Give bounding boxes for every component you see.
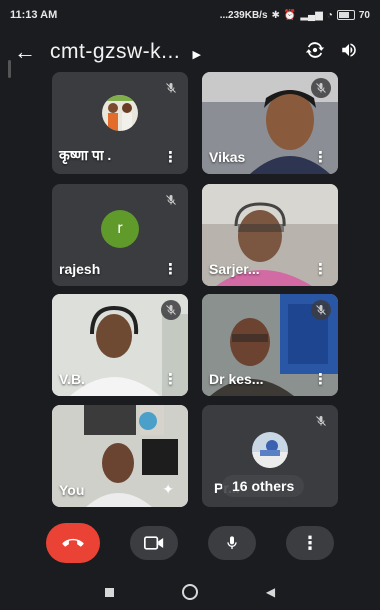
- more-options-icon[interactable]: ⋮: [163, 260, 178, 278]
- meeting-title[interactable]: cmt-gzsw-k... ▶: [50, 40, 298, 64]
- scroll-indicator: [8, 60, 11, 78]
- video-camera-icon: [144, 536, 164, 550]
- camera-toggle-button[interactable]: [130, 526, 178, 560]
- participant-tile[interactable]: Vikas ⋮: [202, 72, 338, 174]
- participant-tile[interactable]: Dr kes... ⋮: [202, 294, 338, 396]
- more-options-icon[interactable]: ⋮: [163, 370, 178, 388]
- more-options-icon[interactable]: ⋮: [163, 148, 178, 166]
- recent-apps-icon[interactable]: [104, 587, 114, 597]
- participant-tile[interactable]: r rajesh ⋮: [52, 184, 188, 286]
- more-options-icon[interactable]: ⋮: [313, 148, 328, 166]
- mic-off-icon: [161, 78, 181, 98]
- participant-name: Vikas: [209, 149, 246, 165]
- status-time: 11:13 AM: [10, 9, 58, 21]
- participant-name: V.B.: [59, 371, 85, 387]
- participant-tile[interactable]: कृष्णा पा . ⋮: [52, 72, 188, 174]
- others-count-badge: 16 others: [222, 475, 305, 497]
- meeting-header: ← cmt-gzsw-k... ▶: [0, 32, 380, 72]
- mic-off-icon: [311, 411, 331, 431]
- self-view-tile[interactable]: You ✦: [52, 405, 188, 507]
- more-options-button[interactable]: ⋮: [286, 526, 334, 560]
- status-icons: ...239KB/s ✱ ⏰ ▂▄▆ ◔ 70: [220, 10, 370, 21]
- participant-name: कृष्णा पा .: [59, 147, 112, 163]
- call-controls: ⋮: [0, 518, 380, 568]
- system-nav-bar: ◀: [0, 574, 380, 610]
- meeting-title-text: cmt-gzsw-k...: [50, 40, 181, 63]
- effects-icon[interactable]: ✦: [162, 481, 174, 498]
- status-bar: 11:13 AM ...239KB/s ✱ ⏰ ▂▄▆ ◔ 70: [0, 0, 380, 30]
- alarm-icon: ⏰: [283, 9, 297, 21]
- battery-level: 70: [358, 9, 370, 21]
- participant-tile[interactable]: Sarjer... ⋮: [202, 184, 338, 286]
- battery-icon: [336, 10, 355, 20]
- more-options-icon[interactable]: ⋮: [313, 370, 328, 388]
- hang-up-icon: [62, 538, 84, 547]
- avatar: r: [101, 209, 139, 248]
- participant-name: You: [59, 482, 85, 498]
- participant-grid: कृष्णा पा . ⋮ Vikas ⋮ r rajesh ⋮ Sarjer.…: [52, 72, 342, 507]
- participant-name: rajesh: [59, 261, 101, 277]
- microphone-toggle-button[interactable]: [208, 526, 256, 560]
- back-arrow-icon[interactable]: ←: [14, 39, 50, 65]
- avatar: [102, 94, 138, 131]
- vertical-dots-icon: ⋮: [301, 532, 319, 553]
- bluetooth-icon: ✱: [271, 9, 280, 21]
- mic-off-icon: [311, 78, 331, 98]
- end-call-button[interactable]: [46, 523, 100, 563]
- network-speed: ...239KB/s: [219, 9, 268, 21]
- participant-name: Sarjer...: [209, 261, 260, 277]
- wifi-icon: ◔: [326, 9, 333, 21]
- speaker-icon[interactable]: [332, 41, 366, 64]
- mic-off-icon: [161, 300, 181, 320]
- microphone-icon: [227, 536, 237, 549]
- mic-off-icon: [161, 190, 181, 210]
- others-tile[interactable]: Pr... 16 others: [202, 405, 338, 507]
- caret-right-icon: ▶: [192, 49, 202, 61]
- back-nav-icon[interactable]: ◀: [266, 585, 275, 599]
- more-options-icon[interactable]: ⋮: [313, 260, 328, 278]
- signal-icon: ▂▄▆: [300, 9, 323, 21]
- avatar: [252, 431, 288, 468]
- switch-camera-icon[interactable]: [298, 40, 332, 65]
- mic-off-icon: [311, 300, 331, 320]
- avatar-initial: r: [117, 219, 123, 237]
- participant-tile[interactable]: V.B. ⋮: [52, 294, 188, 396]
- participant-name: Dr kes...: [209, 371, 264, 387]
- home-icon[interactable]: [181, 584, 198, 600]
